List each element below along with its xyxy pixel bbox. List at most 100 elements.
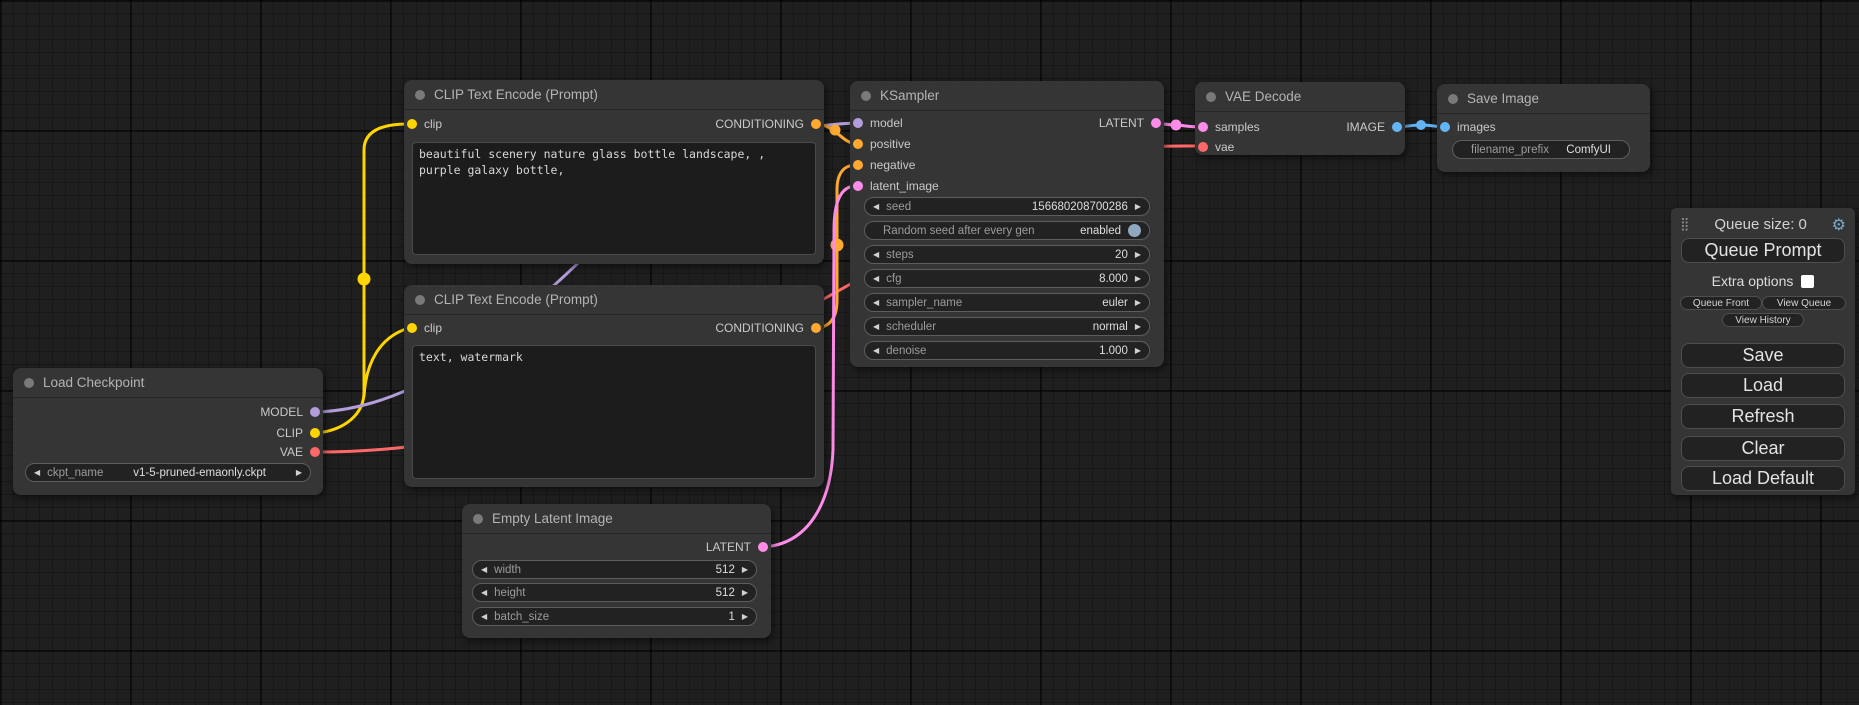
clip-slot-icon[interactable] xyxy=(310,428,320,438)
input-negative[interactable]: negative xyxy=(853,156,915,174)
node-empty-latent-image[interactable]: Empty Latent Image LATENT ◀ width 512 ▶ … xyxy=(462,504,771,638)
node-save-image[interactable]: Save Image images filename_prefix ComfyU… xyxy=(1437,84,1650,172)
extra-options-checkbox[interactable] xyxy=(1801,275,1814,288)
next-arrow-icon[interactable]: ▶ xyxy=(1135,275,1141,283)
input-samples[interactable]: samples xyxy=(1198,118,1260,136)
next-arrow-icon[interactable]: ▶ xyxy=(742,589,748,597)
steps-widget[interactable]: ◀ steps 20 ▶ xyxy=(864,245,1150,264)
comfyui-canvas[interactable]: { "colors": { "model": "#B39DDB", "clip"… xyxy=(0,0,1859,705)
refresh-button[interactable]: Refresh xyxy=(1681,404,1845,429)
input-clip[interactable]: clip xyxy=(407,115,442,133)
vae-slot-icon[interactable] xyxy=(310,447,320,457)
collapse-dot-icon[interactable] xyxy=(415,295,425,305)
prev-arrow-icon[interactable]: ◀ xyxy=(873,275,879,283)
view-history-button[interactable]: View History xyxy=(1722,313,1804,327)
node-title-bar[interactable]: CLIP Text Encode (Prompt) xyxy=(404,285,824,315)
width-widget[interactable]: ◀ width 512 ▶ xyxy=(472,560,757,579)
collapse-dot-icon[interactable] xyxy=(473,514,483,524)
image-slot-icon[interactable] xyxy=(1392,122,1402,132)
prev-arrow-icon[interactable]: ◀ xyxy=(873,251,879,259)
output-image[interactable]: IMAGE xyxy=(1346,118,1402,136)
clip-slot-icon[interactable] xyxy=(407,119,417,129)
save-button[interactable]: Save xyxy=(1681,343,1845,368)
output-conditioning[interactable]: CONDITIONING xyxy=(715,115,821,133)
node-vae-decode[interactable]: VAE Decode samples vae IMAGE xyxy=(1195,82,1405,155)
batch-size-widget[interactable]: ◀ batch_size 1 ▶ xyxy=(472,607,757,626)
scheduler-widget[interactable]: ◀ scheduler normal ▶ xyxy=(864,317,1150,336)
filename-prefix-widget[interactable]: filename_prefix ComfyUI xyxy=(1452,140,1630,159)
collapse-dot-icon[interactable] xyxy=(861,91,871,101)
output-clip[interactable]: CLIP xyxy=(276,424,320,442)
prev-arrow-icon[interactable]: ◀ xyxy=(481,613,487,621)
drag-handle-icon[interactable]: ⣿ xyxy=(1680,217,1690,232)
latent-slot-icon[interactable] xyxy=(1198,122,1208,132)
prev-arrow-icon[interactable]: ◀ xyxy=(34,469,40,477)
prev-arrow-icon[interactable]: ◀ xyxy=(873,299,879,307)
latent-slot-icon[interactable] xyxy=(1151,118,1161,128)
model-slot-icon[interactable] xyxy=(853,118,863,128)
image-slot-icon[interactable] xyxy=(1440,122,1450,132)
next-arrow-icon[interactable]: ▶ xyxy=(1135,323,1141,331)
latent-slot-icon[interactable] xyxy=(853,181,863,191)
prev-arrow-icon[interactable]: ◀ xyxy=(873,323,879,331)
prev-arrow-icon[interactable]: ◀ xyxy=(873,203,879,211)
queue-prompt-button[interactable]: Queue Prompt xyxy=(1681,238,1845,263)
node-load-checkpoint[interactable]: Load Checkpoint MODEL CLIP VAE ◀ ckpt_na… xyxy=(13,368,323,495)
next-arrow-icon[interactable]: ▶ xyxy=(742,613,748,621)
collapse-dot-icon[interactable] xyxy=(24,378,34,388)
model-slot-icon[interactable] xyxy=(310,407,320,417)
sampler-name-widget[interactable]: ◀ sampler_name euler ▶ xyxy=(864,293,1150,312)
negative-prompt-textarea[interactable]: text, watermark xyxy=(412,345,816,479)
node-title-bar[interactable]: VAE Decode xyxy=(1195,82,1405,112)
collapse-dot-icon[interactable] xyxy=(415,90,425,100)
node-clip-encode-positive[interactable]: CLIP Text Encode (Prompt) clip CONDITION… xyxy=(404,80,824,264)
load-button[interactable]: Load xyxy=(1681,373,1845,398)
next-arrow-icon[interactable]: ▶ xyxy=(742,566,748,574)
input-latent-image[interactable]: latent_image xyxy=(853,177,939,195)
node-ksampler[interactable]: KSampler model positive negative latent_… xyxy=(850,81,1164,367)
conditioning-slot-icon[interactable] xyxy=(811,323,821,333)
node-clip-encode-negative[interactable]: CLIP Text Encode (Prompt) clip CONDITION… xyxy=(404,285,824,487)
node-title-bar[interactable]: Load Checkpoint xyxy=(13,368,323,398)
next-arrow-icon[interactable]: ▶ xyxy=(1135,251,1141,259)
output-conditioning[interactable]: CONDITIONING xyxy=(715,319,821,337)
node-title-bar[interactable]: CLIP Text Encode (Prompt) xyxy=(404,80,824,110)
random-seed-toggle[interactable]: Random seed after every gen enabled xyxy=(864,221,1150,240)
latent-slot-icon[interactable] xyxy=(758,542,768,552)
prev-arrow-icon[interactable]: ◀ xyxy=(481,589,487,597)
output-model[interactable]: MODEL xyxy=(260,403,320,421)
output-latent[interactable]: LATENT xyxy=(706,538,768,556)
conditioning-slot-icon[interactable] xyxy=(811,119,821,129)
cfg-widget[interactable]: ◀ cfg 8.000 ▶ xyxy=(864,269,1150,288)
toggle-on-icon[interactable] xyxy=(1128,224,1141,237)
vae-slot-icon[interactable] xyxy=(1198,142,1208,152)
prev-arrow-icon[interactable]: ◀ xyxy=(481,566,487,574)
next-arrow-icon[interactable]: ▶ xyxy=(1135,203,1141,211)
input-clip[interactable]: clip xyxy=(407,319,442,337)
input-vae[interactable]: vae xyxy=(1198,138,1234,156)
next-arrow-icon[interactable]: ▶ xyxy=(1135,347,1141,355)
input-images[interactable]: images xyxy=(1440,118,1496,136)
input-model[interactable]: model xyxy=(853,114,903,132)
seed-widget[interactable]: ◀ seed 156680208700286 ▶ xyxy=(864,197,1150,216)
node-title-bar[interactable]: KSampler xyxy=(850,81,1164,111)
queue-front-button[interactable]: Queue Front xyxy=(1680,296,1762,310)
node-title-bar[interactable]: Save Image xyxy=(1437,84,1650,114)
view-queue-button[interactable]: View Queue xyxy=(1762,296,1846,310)
next-arrow-icon[interactable]: ▶ xyxy=(296,469,302,477)
next-arrow-icon[interactable]: ▶ xyxy=(1135,299,1141,307)
denoise-widget[interactable]: ◀ denoise 1.000 ▶ xyxy=(864,341,1150,360)
clip-slot-icon[interactable] xyxy=(407,323,417,333)
output-vae[interactable]: VAE xyxy=(280,443,320,461)
collapse-dot-icon[interactable] xyxy=(1206,92,1216,102)
collapse-dot-icon[interactable] xyxy=(1448,94,1458,104)
prev-arrow-icon[interactable]: ◀ xyxy=(873,347,879,355)
node-title-bar[interactable]: Empty Latent Image xyxy=(462,504,771,534)
input-positive[interactable]: positive xyxy=(853,135,911,153)
positive-prompt-textarea[interactable]: beautiful scenery nature glass bottle la… xyxy=(412,142,816,255)
conditioning-slot-icon[interactable] xyxy=(853,139,863,149)
conditioning-slot-icon[interactable] xyxy=(853,160,863,170)
output-latent[interactable]: LATENT xyxy=(1099,114,1161,132)
ckpt-name-widget[interactable]: ◀ ckpt_name v1-5-pruned-emaonly.ckpt ▶ xyxy=(25,463,311,482)
height-widget[interactable]: ◀ height 512 ▶ xyxy=(472,583,757,602)
